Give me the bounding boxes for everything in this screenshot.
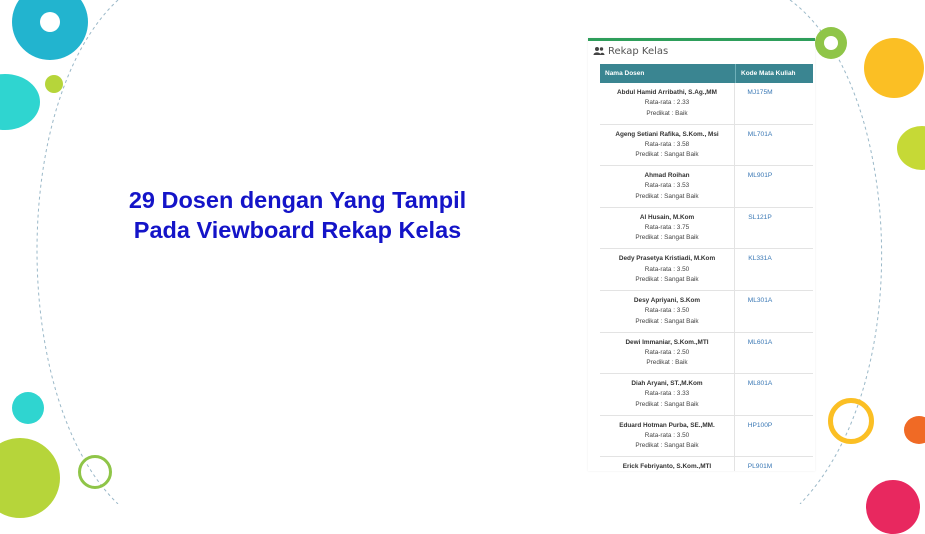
course-code[interactable]: ML801A [735,374,813,415]
circle-decoration [40,12,60,32]
average-score: Rata-rata : 3.50 [644,432,690,440]
circle-decoration [864,38,924,98]
lecturer-cell: Dewi Immaniar, S.Kom.,MTI Rata-rata : 2.5… [600,332,735,374]
lecturer-cell: Diah Aryani, ST.,M.Kom Rata-rata : 3.33 Pr… [600,374,735,415]
predicate: Predikat : Sangat Baik [635,234,699,242]
table-row[interactable]: Dedy Prasetya Kristiadi, M.Kom Rata-rata … [600,249,813,291]
average-score: Rata-rata : 3.50 [644,307,690,315]
lecturer-name: Dedy Prasetya Kristiadi, M.Kom [618,255,716,263]
circle-decoration [828,398,874,444]
lecturer-name: Eduard Hotman Purba, SE.,MM. [619,421,715,429]
average-score: Rata-rata : 3.53 [644,182,690,190]
average-score: Rata-rata : 2.50 [644,348,690,356]
predicate: Predikat : Baik [646,109,688,117]
predicate: Predikat : Sangat Baik [635,275,699,283]
panel-title: Rekap Kelas [608,45,669,57]
table-row[interactable]: Abdul Hamid Arribathi, S.Ag.,MM Rata-rata… [600,83,813,125]
lecturer-name: Ageng Setiani Rafika, S.Kom., Msi [615,130,719,138]
table-body: Abdul Hamid Arribathi, S.Ag.,MM Rata-rata… [600,83,813,471]
lecturer-name: Dewi Immaniar, S.Kom.,MTI [625,338,709,346]
course-code[interactable]: ML901P [735,166,813,207]
lecturer-cell: Erick Febriyanto, S.Kom.,MTIRata-rata : … [600,457,735,471]
slide-title-line2: Pada Viewboard Rekap Kelas [133,217,462,243]
circle-decoration [45,75,63,93]
course-code[interactable]: ML701A [735,125,813,166]
predicate: Predikat : Baik [646,359,688,367]
table-row[interactable]: Erick Febriyanto, S.Kom.,MTIRata-rata : … [600,457,813,471]
predicate: Predikat : Sangat Baik [635,317,699,325]
predicate: Predikat : Sangat Baik [635,151,699,159]
table-row[interactable]: Diah Aryani, ST.,M.Kom Rata-rata : 3.33 Pr… [600,374,813,416]
average-score: Rata-rata : 3.33 [644,390,690,398]
course-code[interactable]: MJ175M [735,83,813,124]
users-icon [593,47,605,55]
column-header-kode-mata-kuliah[interactable]: Kode Mata Kuliah [736,64,813,83]
lecturer-cell: Eduard Hotman Purba, SE.,MM. Rata-rata : … [600,415,735,457]
table-header: Nama Dosen Kode Mata Kuliah [600,64,813,83]
average-score: Rata-rata : 2.33 [644,99,690,107]
lecturer-cell: Al Husain, M.Kom Rata-rata : 3.75 Predikat… [600,207,735,249]
table-row[interactable]: Eduard Hotman Purba, SE.,MM. Rata-rata : … [600,415,813,458]
lecturer-cell: Dedy Prasetya Kristiadi, M.Kom Rata-rata … [600,249,735,290]
column-header-nama-dosen[interactable]: Nama Dosen [600,64,736,83]
predicate: Predikat : Sangat Baik [635,400,699,408]
average-score: Rata-rata : 3.58 [644,140,690,148]
table-row[interactable]: Dewi Immaniar, S.Kom.,MTI Rata-rata : 2.5… [600,332,813,375]
lecturer-cell: Abdul Hamid Arribathi, S.Ag.,MM Rata-rata… [600,83,735,124]
circle-decoration [12,392,44,424]
table-row[interactable]: Ahmad Roihan Rata-rata : 3.53 Predikat : S… [600,166,813,208]
table-row[interactable]: Desy Apriyani, S.Kom Rata-rata : 3.50 Pred… [600,290,813,333]
course-code[interactable]: HP100P [735,416,813,457]
table-row[interactable]: Al Husain, M.Kom Rata-rata : 3.75 Predikat… [600,207,813,250]
slide-title-line1: 29 Dosen dengan Yang Tampil [128,187,467,213]
table-row[interactable]: Ageng Setiani Rafika, S.Kom., Msi Rata-ra… [600,124,813,167]
course-code[interactable]: PL901M [735,457,813,471]
slide-title: 29 Dosen dengan Yang Tampil Pada Viewboa… [95,185,500,245]
average-score: Rata-rata : 3.75 [644,224,690,232]
lecturer-name: Abdul Hamid Arribathi, S.Ag.,MM [617,89,717,96]
predicate: Predikat : Sangat Baik [635,192,699,200]
circle-decoration [824,36,838,50]
lecturer-cell: Ahmad Roihan Rata-rata : 3.53 Predikat : S… [600,166,735,207]
rekap-table: Nama Dosen Kode Mata Kuliah Abdul Hamid … [600,64,813,471]
lecturer-name: Erick Febriyanto, S.Kom.,MTI [622,463,712,471]
course-code[interactable]: SL121P [735,208,813,249]
lecturer-name: Al Husain, M.Kom [639,213,695,221]
circle-decoration [78,455,112,489]
rekap-kelas-panel: Rekap Kelas Nama Dosen Kode Mata Kuliah … [588,38,815,471]
course-code[interactable]: KL331A [735,249,813,290]
lecturer-name: Desy Apriyani, S.Kom [633,296,701,304]
lecturer-name: Diah Aryani, ST.,M.Kom [631,380,703,388]
course-code[interactable]: ML601A [735,333,813,374]
circle-decoration [866,480,920,534]
lecturer-cell: Desy Apriyani, S.Kom Rata-rata : 3.50 Pred… [600,290,735,332]
panel-header: Rekap Kelas [588,41,815,61]
lecturer-cell: Ageng Setiani Rafika, S.Kom., Msi Rata-ra… [600,124,735,166]
course-code[interactable]: ML301A [735,291,813,332]
predicate: Predikat : Sangat Baik [635,442,699,450]
average-score: Rata-rata : 3.50 [644,265,690,273]
lecturer-name: Ahmad Roihan [644,172,690,180]
